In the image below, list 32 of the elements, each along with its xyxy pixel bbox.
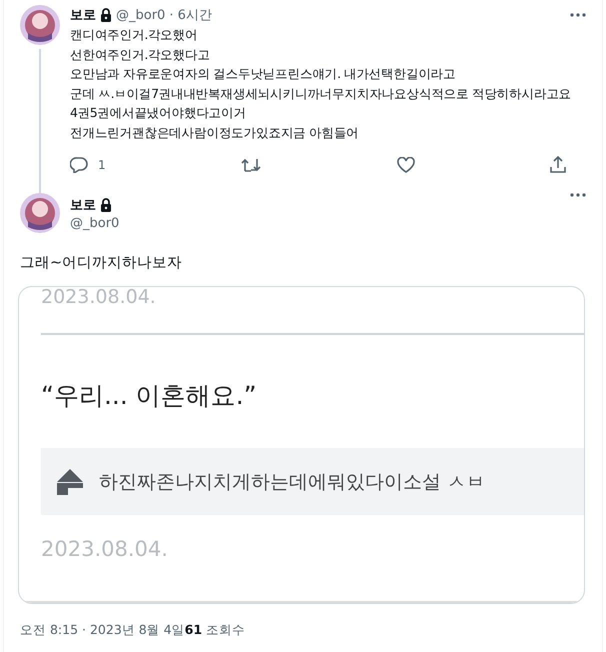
heart-icon[interactable] [396,156,415,172]
avatar[interactable] [20,5,60,45]
post-text-line: 선한여주인거.각오했다고 [70,46,211,64]
user-handle[interactable]: @_bor0 [116,8,166,22]
quote-text: “우리... 이혼해요.” [41,380,258,412]
views-label: 조회수 [206,622,246,639]
post-text-line: 군데 ㅆ.ㅂ이걸7권내내반복재생세뇌시키니까너무지치자나요상식적으로 적당히하시라고요 [70,84,572,102]
post-text-line: 오만남과 자유로운여자의 걸스두낫닏프린스얘기. 내가선택한길이라고 [70,65,456,83]
book-title: 하진짜존나지치게하는데에뭐있다이소설 ㅅㅂ [99,470,486,494]
date-text: 2023.08.04. [41,537,169,562]
post-time[interactable]: · 6시간 [169,6,212,24]
more-icon[interactable] [570,13,586,17]
avatar[interactable] [20,193,60,233]
user-handle[interactable]: @_bor0 [70,216,560,230]
repost-icon[interactable] [241,156,262,172]
post-text: 그래~어디까지하나보자 [19,254,184,273]
more-icon[interactable] [570,193,586,197]
post-text-line: 전개느린거괜찮은데사람이정도가있죠지금 아힘들어 [70,124,360,142]
attached-image[interactable]: 2023.08.04. “우리... 이혼해요.” 하진짜존나지치게하는데에뭐있다이소설 ㅅㅂ 2023.08.04. [18,286,585,604]
book-logo-icon [57,468,83,494]
post-text-line: 4권5권에서끝냈어야했다고이거 [70,104,247,122]
lock-icon [100,8,112,22]
reply-count[interactable]: 1 [98,158,106,172]
user-name[interactable]: 보로 [70,196,96,214]
user-name[interactable]: 보로 [70,6,96,24]
share-icon[interactable] [550,156,566,173]
header-date: 2023.08.04. [41,287,157,307]
view-count: 61 [184,622,202,639]
post-timestamp[interactable]: 오전 8:15 · 2023년 8월 4일 [20,622,185,639]
reply-icon[interactable] [70,156,88,172]
post-text-line: 캔디여주인거.각오했어 [70,26,198,44]
lock-icon [100,198,112,212]
